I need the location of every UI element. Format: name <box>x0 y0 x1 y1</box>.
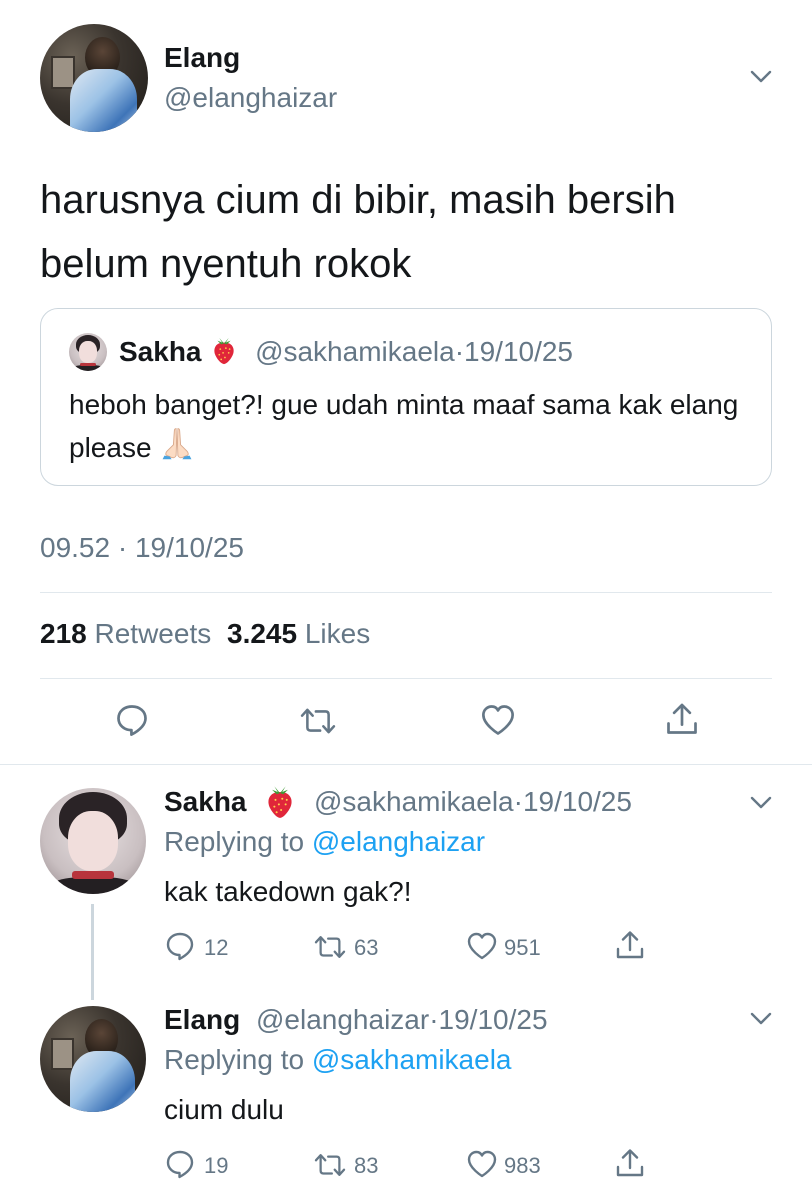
reply-2-text: cium dulu <box>164 1094 284 1125</box>
replying-to-label: Replying to <box>164 826 305 857</box>
divider <box>40 678 772 679</box>
reply-1-like-count: 951 <box>504 935 541 960</box>
reply-icon[interactable] <box>164 1148 196 1180</box>
strawberry-emoji <box>209 335 239 365</box>
reply-1-author-name[interactable]: Sakha <box>164 786 247 818</box>
thread-connector-line <box>91 904 94 1000</box>
reply-1-reply-count: 12 <box>204 935 229 960</box>
reply-2-date: 19/10/25 <box>438 1004 548 1035</box>
reply-2-replying-to: Replying to @sakhamikaela <box>164 1044 512 1076</box>
quoted-tweet-header: Sakha @sakhamikaela·19/10/25 <box>119 335 573 368</box>
main-tweet-date: 19/10/25 <box>134 532 244 563</box>
folded-hands-emoji <box>159 425 195 461</box>
reply-2-author-avatar[interactable] <box>40 1006 146 1112</box>
separator-dot: · <box>454 336 465 367</box>
retweets-count[interactable]: 218 <box>40 618 87 649</box>
main-tweet-time: 09.52 <box>40 532 111 563</box>
chevron-down-icon[interactable] <box>750 796 772 810</box>
main-author-name[interactable]: Elang <box>164 42 240 74</box>
engagement-stats: 218 Retweets 3.245 Likes <box>40 618 370 650</box>
retweet-icon[interactable] <box>312 932 348 962</box>
separator-dot: · <box>117 532 128 563</box>
divider <box>40 592 772 593</box>
share-icon[interactable] <box>614 928 646 962</box>
reply-1-header-meta: @sakhamikaela·19/10/25 <box>314 786 632 818</box>
chevron-down-icon[interactable] <box>750 70 772 84</box>
reply-1-date: 19/10/25 <box>522 786 632 817</box>
reply-1-replying-to: Replying to @elanghaizar <box>164 826 485 858</box>
likes-label[interactable]: Likes <box>305 618 370 649</box>
reply-2-like-count: 983 <box>504 1153 541 1178</box>
reply-1-text: kak takedown gak?! <box>164 876 412 907</box>
retweets-label[interactable]: Retweets <box>95 618 212 649</box>
main-tweet-timestamp[interactable]: 09.52 · 19/10/25 <box>40 532 244 564</box>
strawberry-emoji <box>262 783 298 819</box>
reply-1-author-avatar[interactable] <box>40 788 146 894</box>
replying-to-label: Replying to <box>164 1044 305 1075</box>
reply-2-author-handle[interactable]: @elanghaizar <box>256 1004 429 1035</box>
share-icon[interactable] <box>664 700 700 738</box>
quoted-tweet-card[interactable]: Sakha @sakhamikaela·19/10/25 heboh bange… <box>40 308 772 486</box>
share-icon[interactable] <box>614 1146 646 1180</box>
quoted-author-avatar <box>69 333 107 371</box>
retweet-icon[interactable] <box>312 1150 348 1180</box>
likes-count[interactable]: 3.245 <box>227 618 297 649</box>
quoted-tweet-date: 19/10/25 <box>464 336 574 367</box>
heart-icon[interactable] <box>480 702 516 738</box>
main-author-handle[interactable]: @elanghaizar <box>164 82 337 114</box>
reply-icon[interactable] <box>164 930 196 962</box>
reply-2-header-meta: @elanghaizar·19/10/25 <box>256 1004 548 1036</box>
separator-dot: · <box>429 1004 439 1035</box>
reply-2-author-name[interactable]: Elang <box>164 1004 240 1036</box>
main-author-avatar[interactable] <box>40 24 148 132</box>
heart-icon[interactable] <box>466 1148 498 1180</box>
divider <box>0 764 812 765</box>
separator-dot: · <box>513 786 523 817</box>
quoted-author-handle: @sakhamikaela <box>255 336 455 367</box>
quoted-author-name: Sakha <box>119 336 202 367</box>
heart-icon[interactable] <box>466 930 498 962</box>
reply-1-author-handle[interactable]: @sakhamikaela <box>314 786 514 817</box>
quoted-tweet-text: heboh banget?! gue udah minta maaf sama … <box>69 385 759 468</box>
reply-1-retweet-count: 63 <box>354 935 379 960</box>
reply-2-reply-count: 19 <box>204 1153 229 1178</box>
main-tweet-text: harusnya cium di bibir, masih bersih bel… <box>40 178 676 286</box>
retweet-icon[interactable] <box>298 704 338 738</box>
replying-to-mention[interactable]: @sakhamikaela <box>312 1044 512 1075</box>
replying-to-mention[interactable]: @elanghaizar <box>312 826 485 857</box>
chevron-down-icon[interactable] <box>750 1012 772 1026</box>
reply-2-retweet-count: 83 <box>354 1153 379 1178</box>
reply-icon[interactable] <box>114 702 150 738</box>
